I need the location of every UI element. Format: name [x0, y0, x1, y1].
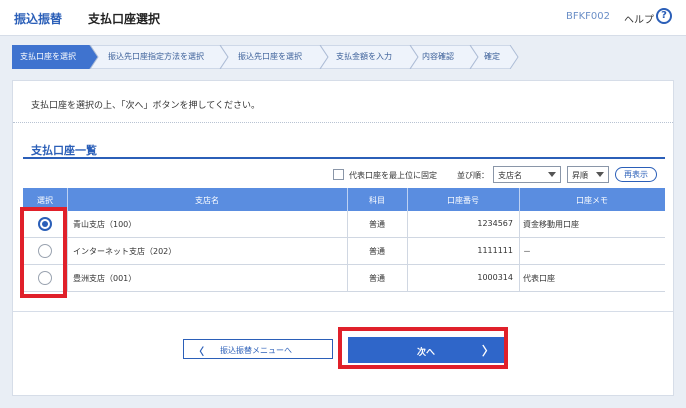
- step-1-label: 支払口座を選択: [20, 52, 76, 61]
- branch-name: 青山支店（100）: [73, 220, 137, 229]
- col-account-number: 口座番号: [447, 196, 479, 205]
- sort-order-value: 昇順: [572, 171, 588, 180]
- sort-order-select[interactable]: 昇順: [567, 166, 609, 183]
- account-memo: 代表口座: [523, 274, 555, 283]
- step-5-label: 内容確認: [422, 52, 454, 61]
- step-2-label: 振込先口座指定方法を選択: [108, 52, 204, 61]
- caret-down-icon: [548, 172, 556, 177]
- caret-down-icon: [596, 172, 604, 177]
- account-number: 1000314: [477, 273, 513, 282]
- pin-representative-label[interactable]: 代表口座を最上位に固定: [349, 170, 437, 181]
- account-number: 1111111: [477, 246, 513, 255]
- sort-field-select[interactable]: 支店名: [493, 166, 561, 183]
- account-number: 1234567: [477, 219, 513, 228]
- back-to-menu-button[interactable]: 〈 振込振替メニューへ: [183, 339, 333, 359]
- help-link[interactable]: ヘルプ: [624, 11, 654, 26]
- sort-field-value: 支店名: [498, 171, 522, 180]
- table-row[interactable]: インターネット支店（202） 普通 1111111 －: [23, 238, 665, 265]
- pin-representative-checkbox[interactable]: [333, 169, 344, 180]
- radio-column-highlight: [20, 207, 67, 298]
- section-underline: [23, 157, 665, 159]
- table-row[interactable]: 豊洲支店（001） 普通 1000314 代表口座: [23, 265, 665, 292]
- column-separator: [67, 238, 68, 265]
- back-button-label: 振込振替メニューへ: [220, 346, 292, 355]
- branch-name: 豊洲支店（001）: [73, 274, 137, 283]
- step-progress: 支払口座を選択 振込先口座指定方法を選択 振込先口座を選択 支払金額を入力 内容…: [12, 45, 532, 69]
- branch-name: インターネット支店（202）: [73, 247, 177, 256]
- account-type: 普通: [369, 247, 385, 256]
- step-3-label: 振込先口座を選択: [238, 52, 302, 61]
- column-separator: [519, 238, 520, 265]
- chevron-left-icon: 〈: [194, 347, 204, 358]
- column-separator: [67, 211, 68, 238]
- divider: [13, 311, 673, 312]
- redisplay-button[interactable]: 再表示: [615, 167, 657, 182]
- next-button-highlight: [338, 327, 508, 369]
- column-separator: [519, 211, 520, 238]
- col-branch: 支店名: [195, 196, 219, 205]
- account-type: 普通: [369, 220, 385, 229]
- table-header: 選択 支店名 科目 口座番号 口座メモ: [23, 188, 665, 211]
- help-icon[interactable]: ?: [656, 8, 672, 24]
- page-title: 支払口座選択: [88, 12, 161, 26]
- col-type: 科目: [369, 196, 385, 205]
- col-select: 選択: [37, 196, 53, 205]
- account-memo: 資金移動用口座: [523, 220, 579, 229]
- instruction-text: 支払口座を選択の上、「次へ」ボタンを押してください。: [31, 101, 260, 111]
- column-separator: [519, 265, 520, 292]
- account-list-title: 支払口座一覧: [31, 144, 97, 157]
- account-memo: －: [523, 247, 531, 256]
- top-header: 振込振替 支払口座選択 BFKF002 ヘルプ ?: [0, 0, 686, 36]
- sort-label: 並び順：: [457, 171, 489, 180]
- col-memo: 口座メモ: [576, 196, 608, 205]
- step-6-label: 確定: [484, 52, 500, 61]
- column-separator: [67, 265, 68, 292]
- account-type: 普通: [369, 274, 385, 283]
- divider: [13, 122, 673, 123]
- table-row[interactable]: 青山支店（100） 普通 1234567 資金移動用口座: [23, 211, 665, 238]
- step-4-label: 支払金額を入力: [336, 52, 392, 61]
- screen-id: BFKF002: [566, 11, 611, 22]
- app-title: 振込振替: [14, 12, 63, 26]
